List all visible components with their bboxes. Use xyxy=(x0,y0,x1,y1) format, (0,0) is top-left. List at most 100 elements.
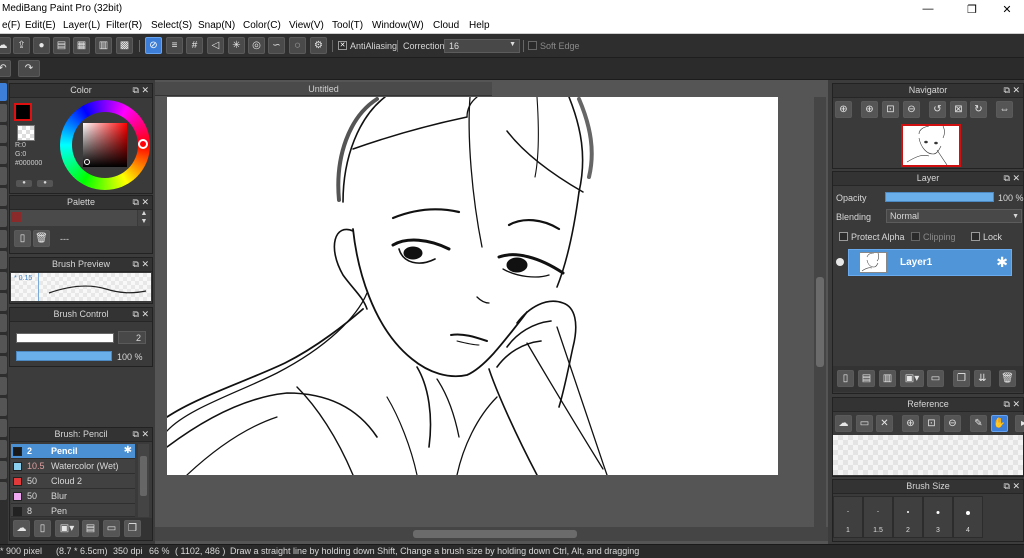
clipping-checkbox[interactable] xyxy=(911,232,920,241)
share-icon[interactable]: ⇪ xyxy=(13,37,30,54)
panel-window-icon[interactable]: ⧉ ✕ xyxy=(1004,172,1020,185)
eraser-tool-icon[interactable] xyxy=(0,104,7,122)
page-icon[interactable]: ▦ xyxy=(73,37,90,54)
menu-cloud[interactable]: Cloud xyxy=(433,20,459,31)
misc-tool-icon[interactable] xyxy=(0,482,7,500)
grid-layout-icon[interactable]: ▩ xyxy=(116,37,133,54)
layer-visibility-icon[interactable] xyxy=(836,258,844,266)
panel-window-icon[interactable]: ⧉ ✕ xyxy=(133,258,149,271)
brush-list-scrollbar[interactable] xyxy=(138,444,149,517)
chat-icon[interactable]: ▤ xyxy=(53,37,70,54)
copy-brush-icon[interactable]: ❐ xyxy=(124,520,141,537)
lasso-tool-icon[interactable] xyxy=(0,251,7,269)
folder-icon[interactable]: ▭ xyxy=(103,520,120,537)
brush-size-value[interactable]: 2 xyxy=(118,331,146,344)
foreground-color-swatch[interactable] xyxy=(14,103,32,121)
add-layer-dropdown-icon[interactable]: ▣▾ xyxy=(900,370,924,387)
ellipse-snap-icon[interactable]: ◌ xyxy=(289,37,306,54)
panel-window-icon[interactable]: ⧉ ✕ xyxy=(133,308,149,321)
new-brush-icon[interactable]: ▯ xyxy=(34,520,51,537)
circle-snap-icon[interactable]: ◎ xyxy=(248,37,265,54)
brush-settings-icon[interactable]: ▤ xyxy=(82,520,99,537)
horizontal-scroll-thumb[interactable] xyxy=(413,530,577,538)
eyedropper-icon[interactable] xyxy=(0,356,7,374)
new-palette-icon[interactable]: ▯ xyxy=(14,230,31,247)
flip-icon[interactable]: ⇔ xyxy=(996,101,1013,118)
open-reference-icon[interactable]: ▭ xyxy=(856,415,873,432)
menu-file[interactable]: e(F) xyxy=(2,20,20,31)
minimize-button[interactable]: — xyxy=(913,0,943,18)
blending-dropdown[interactable]: Normal ▼ xyxy=(886,209,1022,223)
hand-icon[interactable]: ✋ xyxy=(991,415,1008,432)
brush-opacity-slider[interactable] xyxy=(16,351,112,361)
fit-icon[interactable]: ⊡ xyxy=(882,101,899,118)
swap-color-icon[interactable]: ● xyxy=(16,180,32,187)
sv-handle[interactable] xyxy=(84,159,90,165)
soft-edge-checkbox[interactable] xyxy=(528,41,537,50)
zoom-in-icon[interactable]: ⊕ xyxy=(835,101,852,118)
panel-window-icon[interactable]: ⧉ ✕ xyxy=(1004,480,1020,493)
brush-item-pencil[interactable]: 2 Pencil ✱ xyxy=(11,444,135,459)
comment-icon[interactable]: ● xyxy=(33,37,50,54)
merge-layer-icon[interactable]: ⇊ xyxy=(974,370,991,387)
background-color-swatch[interactable] xyxy=(17,125,35,141)
antialiasing-checkbox[interactable]: ✕ xyxy=(338,41,347,50)
select-pen-icon[interactable] xyxy=(0,293,7,311)
snap-settings-icon[interactable]: ⚙ xyxy=(310,37,327,54)
redo-icon[interactable]: ↷ xyxy=(18,60,40,77)
cloud-reference-icon[interactable]: ☁ xyxy=(835,415,852,432)
dot-tool-icon[interactable] xyxy=(0,125,7,143)
brush-item-watercolor[interactable]: 10.5 Watercolor (Wet) xyxy=(11,459,135,474)
correction-dropdown[interactable]: 16 ▼ xyxy=(444,39,520,53)
panel-window-icon[interactable]: ⧉ ✕ xyxy=(133,196,149,209)
palette-scroll-icon[interactable]: ▲ ▼ xyxy=(138,210,150,226)
radial-snap-icon[interactable]: ✳ xyxy=(228,37,245,54)
menu-view[interactable]: View(V) xyxy=(289,20,324,31)
magic-wand-icon[interactable] xyxy=(0,272,7,290)
cloud-brush-icon[interactable]: ☁ xyxy=(13,520,30,537)
divide-tool-icon[interactable] xyxy=(0,335,7,353)
document-tab[interactable]: Untitled xyxy=(155,82,492,96)
rotate-tool-icon[interactable] xyxy=(0,419,7,437)
grid-snap-icon[interactable]: # xyxy=(186,37,203,54)
brush-item-blur[interactable]: 50 Blur xyxy=(11,489,135,504)
brush-size-2[interactable]: 2 xyxy=(893,496,923,538)
zoom-out-icon[interactable]: ⊖ xyxy=(903,101,920,118)
menu-edit[interactable]: Edit(E) xyxy=(25,20,56,31)
brush-type-dropdown-icon[interactable]: ▣▾ xyxy=(55,520,79,537)
menu-tool[interactable]: Tool(T) xyxy=(332,20,363,31)
panel-window-icon[interactable]: ⧉ ✕ xyxy=(133,84,149,97)
fill-tool-icon[interactable] xyxy=(0,167,7,185)
delete-palette-icon[interactable]: 🗑 xyxy=(33,230,50,247)
more-icon[interactable]: ▸ xyxy=(1015,415,1024,432)
delete-layer-icon[interactable]: 🗑 xyxy=(999,370,1016,387)
menu-filter[interactable]: Filter(R) xyxy=(106,20,142,31)
parallel-snap-icon[interactable]: ≡ xyxy=(166,37,183,54)
reset-color-icon[interactable]: ● xyxy=(37,180,53,187)
rotate-left-icon[interactable]: ↺ xyxy=(929,101,946,118)
layer-opacity-slider[interactable] xyxy=(885,192,994,202)
panel-window-icon[interactable]: ⧉ ✕ xyxy=(133,428,149,441)
brush-item-pen[interactable]: 8 Pen xyxy=(11,504,135,517)
brush-item-cloud[interactable]: 50 Cloud 2 xyxy=(11,474,135,489)
zoom-tool-icon[interactable] xyxy=(0,398,7,416)
menu-select[interactable]: Select(S) xyxy=(151,20,192,31)
vertical-scroll-thumb[interactable] xyxy=(816,277,824,367)
select-tool-icon[interactable] xyxy=(0,230,7,248)
menu-window[interactable]: Window(W) xyxy=(372,20,424,31)
move-tool-icon[interactable] xyxy=(0,146,7,164)
duplicate-layer-icon[interactable]: ❐ xyxy=(953,370,970,387)
eyedropper-icon[interactable]: ✎ xyxy=(970,415,987,432)
layer-row-layer1[interactable]: Layer1 ✱ xyxy=(848,249,1012,276)
pen-tool-icon[interactable] xyxy=(0,83,7,101)
gradient-tool-icon[interactable] xyxy=(0,188,7,206)
zoom-in-icon[interactable]: ⊕ xyxy=(902,415,919,432)
rotate-right-icon[interactable]: ↻ xyxy=(970,101,987,118)
zoom-in-icon[interactable]: ⊕ xyxy=(861,101,878,118)
gear-icon[interactable]: ✱ xyxy=(124,444,132,458)
new-halftone-layer-icon[interactable]: ▤ xyxy=(858,370,875,387)
drawing-canvas[interactable] xyxy=(167,97,778,475)
canvas-vertical-scrollbar[interactable] xyxy=(814,97,826,527)
cloud-icon[interactable]: ☁ xyxy=(0,37,11,54)
maximize-button[interactable]: ❐ xyxy=(957,0,987,18)
